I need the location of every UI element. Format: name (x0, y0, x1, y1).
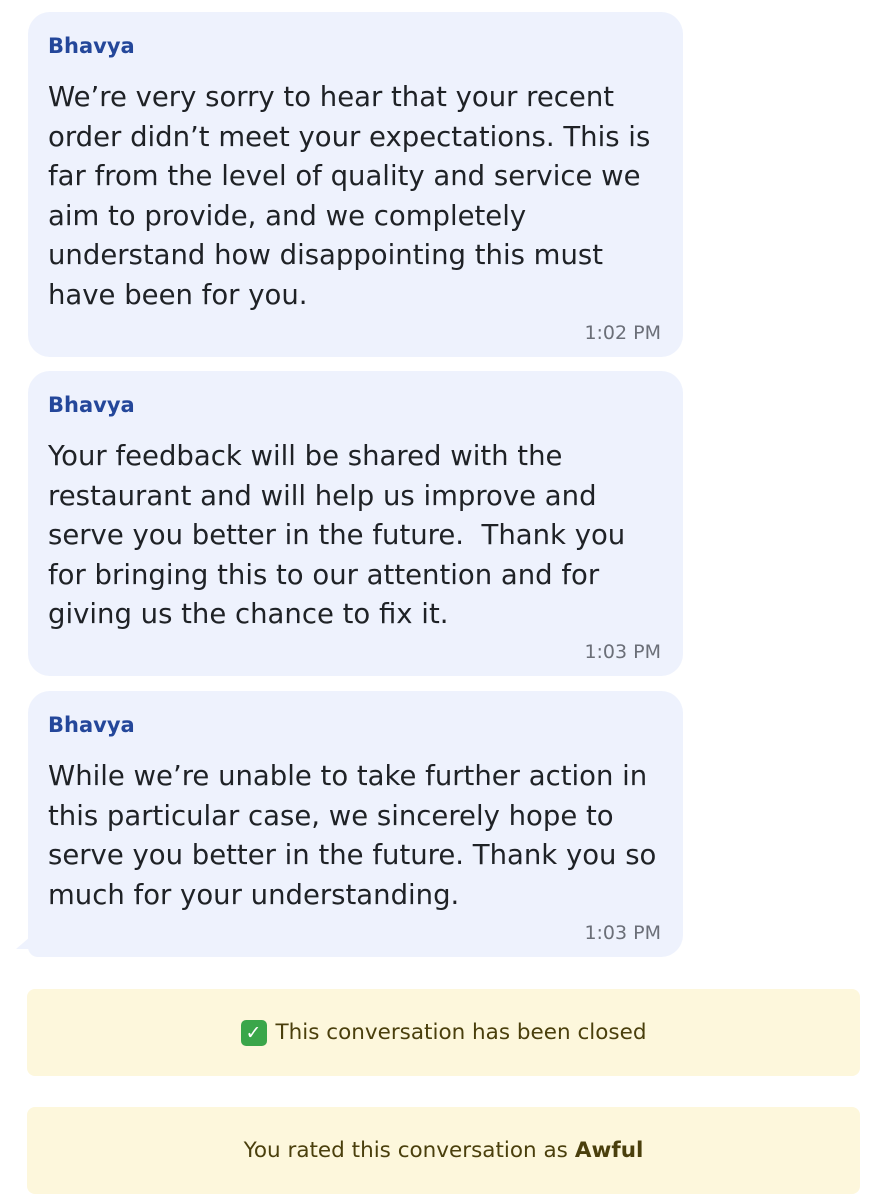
rating-notice-text: You rated this conversation as (243, 1138, 568, 1163)
message-time: 1:03 PM (584, 922, 661, 944)
message-time: 1:03 PM (584, 641, 661, 663)
message-text: We’re very sorry to hear that your recen… (48, 81, 660, 311)
conversation-closed-notice: ✓ This conversation has been closed (27, 989, 860, 1076)
check-mark-icon: ✓ (240, 1019, 267, 1046)
message-text: While we’re unable to take further actio… (48, 760, 666, 911)
message-sender: Bhavya (48, 713, 135, 737)
message-bubble: Bhavya Your feedback will be shared with… (28, 371, 683, 676)
rating-value: Awful (574, 1138, 644, 1163)
message-time: 1:02 PM (584, 322, 661, 344)
closed-notice-text: This conversation has been closed (275, 1020, 647, 1045)
conversation-rating-notice: You rated this conversation as Awful (27, 1107, 860, 1194)
chat-thread: Bhavya We’re very sorry to hear that you… (0, 0, 888, 1200)
message-sender: Bhavya (48, 34, 135, 58)
message-bubble: Bhavya We’re very sorry to hear that you… (28, 12, 683, 357)
message-sender: Bhavya (48, 393, 135, 417)
message-text: Your feedback will be shared with the re… (48, 440, 634, 630)
message-bubble: Bhavya While we’re unable to take furthe… (28, 691, 683, 957)
